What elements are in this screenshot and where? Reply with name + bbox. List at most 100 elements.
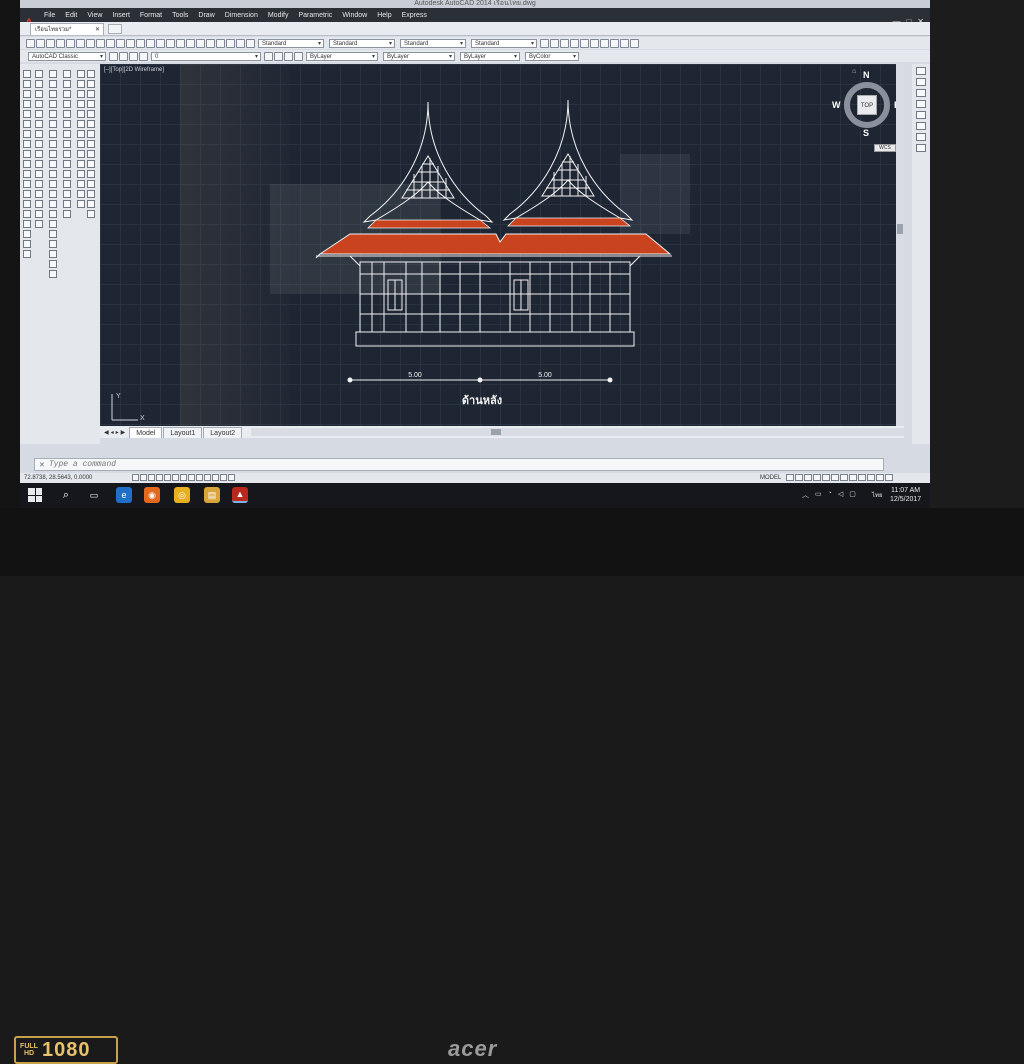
layer-freeze-viewport-icon[interactable] — [139, 51, 148, 61]
pan-icon[interactable] — [146, 38, 155, 48]
new-icon[interactable] — [26, 38, 35, 48]
color-dropdown[interactable]: ByLayer — [306, 51, 378, 61]
document-tab[interactable]: เรือนไทยรวม* ✕ — [30, 23, 104, 35]
3d-object-snap-toggle[interactable] — [172, 474, 179, 481]
offset-icon[interactable] — [35, 100, 43, 108]
layer-isolate-icon[interactable] — [580, 38, 589, 48]
help-icon[interactable] — [246, 38, 255, 48]
center-mark-icon[interactable] — [49, 190, 57, 198]
ucs-world-icon[interactable] — [87, 80, 95, 88]
task-view-icon[interactable]: ▭ — [86, 487, 102, 503]
clean-screen-icon[interactable] — [867, 474, 875, 481]
jogged-icon[interactable] — [49, 120, 57, 128]
snap-midpoint-icon[interactable] — [63, 80, 71, 88]
radius-icon[interactable] — [49, 110, 57, 118]
zoom-scale-icon[interactable] — [77, 160, 85, 168]
line-icon[interactable] — [23, 70, 31, 78]
array-icon[interactable] — [35, 110, 43, 118]
zoom-center-icon[interactable] — [77, 170, 85, 178]
multileader-style-dropdown[interactable]: Standard — [471, 38, 537, 48]
dim-edit-icon[interactable] — [49, 200, 57, 208]
first-layout-icon[interactable]: ◀ — [104, 429, 109, 436]
network-icon[interactable]: ◔ — [828, 490, 832, 500]
object-snap-toggle[interactable] — [164, 474, 171, 481]
layer-lock-icon[interactable] — [620, 38, 629, 48]
undo-icon[interactable] — [126, 38, 135, 48]
tab-model[interactable]: Model — [129, 426, 163, 438]
polygon-icon[interactable] — [23, 100, 31, 108]
layer-match-icon[interactable] — [264, 51, 273, 61]
ucs-apply-icon[interactable] — [87, 190, 95, 198]
new-tab-button[interactable] — [108, 24, 122, 34]
circle-icon[interactable] — [23, 130, 31, 138]
ordinate-icon[interactable] — [49, 100, 57, 108]
continue-icon[interactable] — [49, 170, 57, 178]
layer-state-manager-icon[interactable] — [284, 51, 293, 61]
open-icon[interactable] — [36, 38, 45, 48]
workspace-switch-icon[interactable] — [831, 474, 839, 481]
pan-view-icon[interactable] — [916, 78, 926, 86]
text-style-dropdown[interactable]: Standard — [258, 38, 324, 48]
layer-unisolate-icon[interactable] — [590, 38, 599, 48]
snap-parallel-icon[interactable] — [63, 160, 71, 168]
auto-scale-icon[interactable] — [822, 474, 830, 481]
zoom-out-icon[interactable] — [77, 150, 85, 158]
command-input[interactable] — [48, 460, 649, 469]
menu-file[interactable]: File — [44, 12, 55, 19]
break-icon[interactable] — [35, 180, 43, 188]
list-icon[interactable] — [77, 100, 85, 108]
menu-draw[interactable]: Draw — [198, 12, 214, 19]
layer-freeze-icon[interactable] — [610, 38, 619, 48]
zoom-view-icon[interactable] — [916, 89, 926, 97]
table-style-dropdown[interactable]: Standard — [400, 38, 466, 48]
aligned-dim-icon[interactable] — [49, 80, 57, 88]
viewport-controls-label[interactable]: [–][Top][2D Wireframe] — [104, 67, 164, 73]
input-language[interactable]: ไทย — [872, 490, 883, 500]
tolerance-icon[interactable] — [49, 180, 57, 188]
menu-edit[interactable]: Edit — [65, 12, 77, 19]
workspace-dropdown[interactable]: AutoCAD Classic — [28, 51, 106, 61]
arc-length-icon[interactable] — [49, 90, 57, 98]
vertical-scroll-thumb[interactable] — [897, 224, 903, 234]
rotate-icon[interactable] — [35, 130, 43, 138]
transparency-toggle[interactable] — [212, 474, 219, 481]
menu-format[interactable]: Format — [140, 12, 162, 19]
table-icon[interactable] — [23, 240, 31, 248]
compass-north[interactable]: N — [863, 70, 870, 80]
tray-expand-icon[interactable]: ︿ — [802, 490, 809, 500]
polar-tracking-toggle[interactable] — [156, 474, 163, 481]
plot-icon[interactable] — [56, 38, 65, 48]
chamfer-icon[interactable] — [35, 200, 43, 208]
locate-point-icon[interactable] — [77, 110, 85, 118]
hatch-icon[interactable] — [23, 210, 31, 218]
stretch-icon[interactable] — [35, 150, 43, 158]
notification-icon[interactable]: ▢ — [849, 490, 856, 500]
spline-icon[interactable] — [23, 150, 31, 158]
menu-parametric[interactable]: Parametric — [298, 12, 332, 19]
menu-modify[interactable]: Modify — [268, 12, 289, 19]
text-icon[interactable] — [49, 230, 57, 238]
toolbar-lock-icon[interactable] — [840, 474, 848, 481]
search-icon[interactable]: ⌕ — [58, 487, 74, 503]
properties-icon[interactable] — [186, 38, 195, 48]
ucs-view-icon[interactable] — [87, 120, 95, 128]
command-line[interactable]: ✕ — [34, 458, 884, 471]
quick-dim-icon[interactable] — [49, 150, 57, 158]
layer-dropdown[interactable]: 0 — [151, 51, 261, 61]
match-properties-icon[interactable] — [116, 38, 125, 48]
grid-display-toggle[interactable] — [140, 474, 147, 481]
snap-none-icon[interactable] — [63, 200, 71, 208]
thai-house-elevation-drawing[interactable]: 5.00 5.00 ด้านหลัง — [310, 94, 710, 414]
leader-icon[interactable] — [49, 250, 57, 258]
attribute-icon[interactable] — [49, 260, 57, 268]
field-icon[interactable] — [49, 270, 57, 278]
layer-previous-2-icon[interactable] — [274, 51, 283, 61]
dynamic-ucs-toggle[interactable] — [188, 474, 195, 481]
quick-view-drawings-icon[interactable] — [795, 474, 803, 481]
layer-manager-icon[interactable] — [119, 51, 128, 61]
menu-window[interactable]: Window — [342, 12, 367, 19]
layer-properties-icon[interactable] — [540, 38, 549, 48]
mirror-icon[interactable] — [35, 90, 43, 98]
annotation-scale-icon[interactable] — [804, 474, 812, 481]
menu-help[interactable]: Help — [377, 12, 391, 19]
